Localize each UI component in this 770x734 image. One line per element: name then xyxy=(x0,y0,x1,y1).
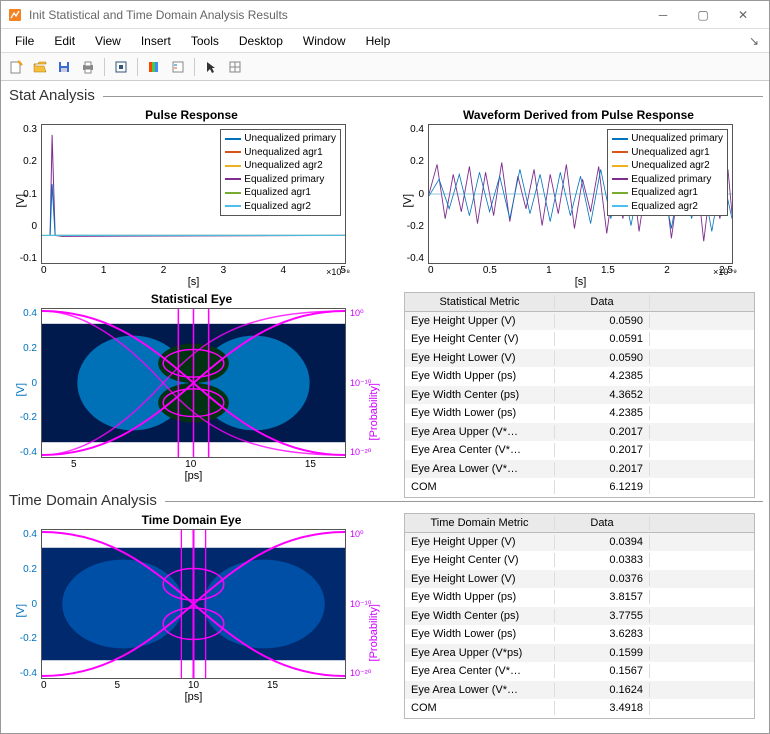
table-row[interactable]: Eye Height Center (V)0.0383 xyxy=(405,551,754,570)
pulse-response-plot[interactable]: Pulse Response 0.30.20.10-0.1 [V] Unequa… xyxy=(7,108,376,288)
table-row[interactable]: Eye Width Center (ps)3.7755 xyxy=(405,607,754,626)
x-axis-label: [ps] xyxy=(41,691,346,703)
table-row[interactable]: Eye Area Lower (V*…0.2017 xyxy=(405,460,754,479)
table-row[interactable]: Eye Height Upper (V)0.0590 xyxy=(405,312,754,331)
print-icon[interactable] xyxy=(77,56,99,78)
pointer-icon[interactable] xyxy=(200,56,222,78)
time-domain-eye-plot[interactable]: Time Domain Eye 0.40.20-0.2-0.4 10⁰10⁻¹⁰… xyxy=(7,513,376,711)
menu-insert[interactable]: Insert xyxy=(131,31,181,51)
legend-item: Unequalized agr2 xyxy=(612,159,723,173)
legend-item: Equalized primary xyxy=(612,173,723,187)
figure-content: Stat Analysis Pulse Response 0.30.20.10-… xyxy=(1,81,769,733)
menu-tools[interactable]: Tools xyxy=(181,31,229,51)
x-ticks: 012345 xyxy=(41,264,346,276)
plot-title: Pulse Response xyxy=(7,108,376,122)
legend-item: Unequalized primary xyxy=(612,132,723,146)
table-row[interactable]: Eye Width Upper (ps)4.2385 xyxy=(405,367,754,386)
menu-desktop[interactable]: Desktop xyxy=(229,31,293,51)
menu-file[interactable]: File xyxy=(5,31,44,51)
table-row[interactable]: Eye Width Upper (ps)3.8157 xyxy=(405,588,754,607)
legend-icon[interactable] xyxy=(167,56,189,78)
y-axis-label: [V] xyxy=(402,194,414,207)
y-axis-label: [V] xyxy=(15,194,27,207)
menu-window[interactable]: Window xyxy=(293,31,356,51)
legend-item: Equalized primary xyxy=(225,173,336,187)
menu-view[interactable]: View xyxy=(85,31,131,51)
plot-title: Waveform Derived from Pulse Response xyxy=(394,108,763,122)
legend-item: Unequalized agr1 xyxy=(225,146,336,160)
table-row[interactable]: Eye Height Lower (V)0.0590 xyxy=(405,349,754,368)
legend-item: Equalized agr1 xyxy=(225,186,336,200)
table-row[interactable]: Eye Height Lower (V)0.0376 xyxy=(405,570,754,589)
open-icon[interactable] xyxy=(29,56,51,78)
x-axis-label: [s] xyxy=(41,276,346,288)
maximize-button[interactable]: ▢ xyxy=(683,2,723,28)
colorbar-icon[interactable] xyxy=(143,56,165,78)
stat-table-container: Statistical MetricDataEye Height Upper (… xyxy=(394,292,763,486)
x-ticks: 51015 xyxy=(41,458,346,470)
legend-item: Equalized agr1 xyxy=(612,186,723,200)
table-row[interactable]: Eye Height Upper (V)0.0394 xyxy=(405,533,754,552)
table-header: Time Domain MetricData xyxy=(405,514,754,533)
y-axis-label-right: [Probability] xyxy=(368,604,380,661)
time-domain-metrics-table[interactable]: Time Domain MetricDataEye Height Upper (… xyxy=(404,513,755,719)
y-axis-label-left: [V] xyxy=(15,604,27,617)
table-row[interactable]: Eye Width Center (ps)4.3652 xyxy=(405,386,754,405)
menu-help[interactable]: Help xyxy=(356,31,401,51)
time-table-container: Time Domain MetricDataEye Height Upper (… xyxy=(394,513,763,711)
legend-item: Unequalized primary xyxy=(225,132,336,146)
plot-title: Time Domain Eye xyxy=(7,513,376,527)
legend[interactable]: Unequalized primaryUnequalized agr1Unequ… xyxy=(607,129,728,216)
window-title: Init Statistical and Time Domain Analysi… xyxy=(29,8,288,22)
save-icon[interactable] xyxy=(53,56,75,78)
table-row[interactable]: Eye Area Upper (V*ps)0.1599 xyxy=(405,644,754,663)
plot-tools-icon[interactable] xyxy=(224,56,246,78)
close-button[interactable]: ✕ xyxy=(723,2,763,28)
plot-title: Statistical Eye xyxy=(7,292,376,306)
new-figure-icon[interactable] xyxy=(5,56,27,78)
x-ticks: 051015 xyxy=(41,679,346,691)
menubar-overflow-icon[interactable]: ↘ xyxy=(743,34,765,48)
table-row[interactable]: Eye Area Center (V*…0.2017 xyxy=(405,441,754,460)
legend-item: Equalized agr2 xyxy=(225,200,336,214)
x-axis-label: [ps] xyxy=(41,470,346,482)
legend-item: Unequalized agr2 xyxy=(225,159,336,173)
legend[interactable]: Unequalized primaryUnequalized agr1Unequ… xyxy=(220,129,341,216)
minimize-button[interactable]: ─ xyxy=(643,2,683,28)
legend-item: Unequalized agr1 xyxy=(612,146,723,160)
table-row[interactable]: Eye Area Lower (V*…0.1624 xyxy=(405,681,754,700)
statistical-eye-plot[interactable]: Statistical Eye 0.40.20-0.2-0.4 10⁰10⁻¹⁰… xyxy=(7,292,376,486)
table-row[interactable]: Eye Area Upper (V*…0.2017 xyxy=(405,423,754,442)
y-axis-label-right: [Probability] xyxy=(368,383,380,440)
y-axis-label-left: [V] xyxy=(15,383,27,396)
app-icon xyxy=(7,7,23,23)
table-row[interactable]: COM3.4918 xyxy=(405,699,754,718)
table-header: Statistical MetricData xyxy=(405,293,754,312)
legend-item: Equalized agr2 xyxy=(612,200,723,214)
menu-edit[interactable]: Edit xyxy=(44,31,85,51)
table-row[interactable]: Eye Height Center (V)0.0591 xyxy=(405,330,754,349)
table-row[interactable]: Eye Width Lower (ps)3.6283 xyxy=(405,625,754,644)
x-axis-label: [s] xyxy=(428,276,733,288)
stat-section-title: Stat Analysis xyxy=(9,87,763,104)
x-ticks: 00.511.522.5 xyxy=(428,264,733,276)
time-section-title: Time Domain Analysis xyxy=(9,492,763,509)
waveform-plot[interactable]: Waveform Derived from Pulse Response 0.4… xyxy=(394,108,763,288)
statistical-metrics-table[interactable]: Statistical MetricDataEye Height Upper (… xyxy=(404,292,755,498)
app-window: Init Statistical and Time Domain Analysi… xyxy=(0,0,770,734)
table-row[interactable]: Eye Width Lower (ps)4.2385 xyxy=(405,404,754,423)
table-row[interactable]: Eye Area Center (V*…0.1567 xyxy=(405,662,754,681)
titlebar[interactable]: Init Statistical and Time Domain Analysi… xyxy=(1,1,769,29)
toolbar xyxy=(1,53,769,81)
menubar: File Edit View Insert Tools Desktop Wind… xyxy=(1,29,769,53)
cursor-icon[interactable] xyxy=(110,56,132,78)
